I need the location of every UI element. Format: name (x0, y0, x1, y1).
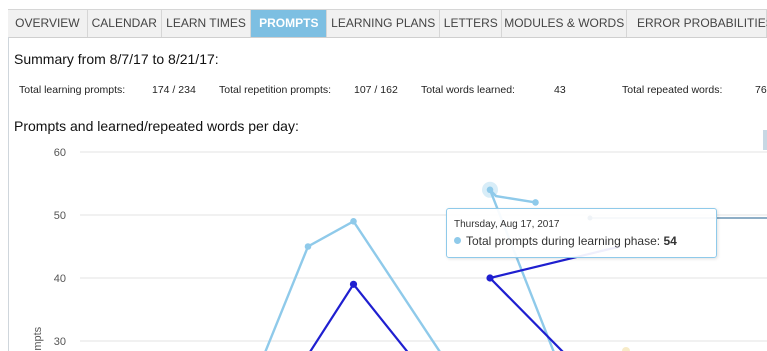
scrollbar-thumb (763, 130, 767, 150)
prompts-line-chart: 30 40 50 60 Prompts (32, 130, 767, 351)
series-dot-icon (454, 237, 461, 244)
series-point-dark (349, 280, 358, 288)
tooltip-date: Thursday, Aug 17, 2017 (454, 219, 560, 230)
y-tick-label: 50 (54, 210, 66, 222)
series-point-learning (304, 243, 312, 250)
y-tick-label: 60 (54, 147, 66, 159)
tooltip-series-name: Total prompts during learning phase: (466, 234, 661, 248)
y-axis-label: Prompts (32, 326, 44, 351)
series-point-hidden (622, 347, 630, 351)
series-point-learning (350, 218, 357, 225)
tooltip-line: Total prompts during learning phase: 54 (454, 234, 677, 248)
series-point-dark (486, 274, 494, 282)
chart-tooltip: Thursday, Aug 17, 2017 Total prompts dur… (446, 208, 717, 258)
hover-halo (482, 181, 498, 198)
series-point-learning (532, 199, 539, 206)
series-line-dark-2 (487, 245, 621, 351)
y-tick-label: 40 (54, 273, 66, 285)
y-tick-label: 30 (54, 336, 66, 348)
tooltip-value: 54 (663, 234, 677, 248)
